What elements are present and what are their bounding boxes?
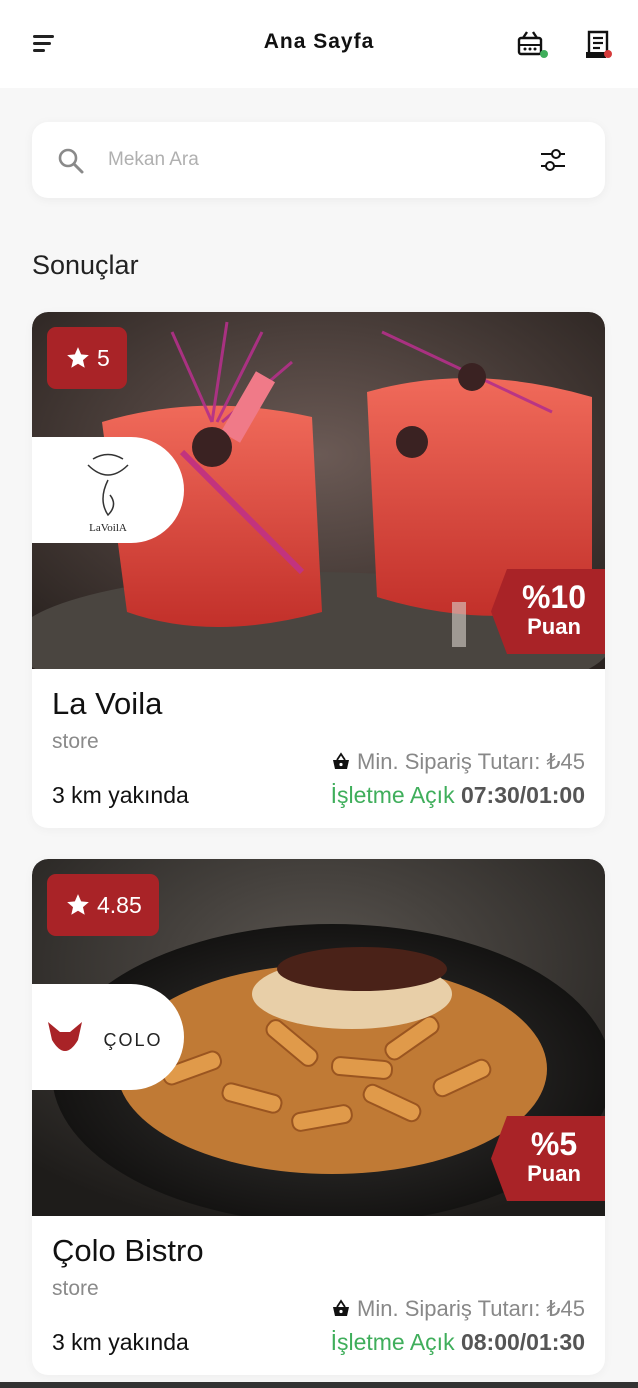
star-icon xyxy=(67,894,89,915)
venue-distance: 3 km yakında xyxy=(52,782,189,808)
min-order-text: Min. Sipariş Tutarı: ₺45 xyxy=(357,749,585,774)
points-badge: %5 Puan xyxy=(491,1116,605,1201)
points-badge: %10 Puan xyxy=(491,569,605,654)
open-status: İşletme Açık xyxy=(330,1329,455,1355)
results-heading: Sonuçlar xyxy=(32,250,139,280)
rating-value: 4.85 xyxy=(97,891,142,918)
basket-icon xyxy=(333,752,350,769)
points-percent: %10 xyxy=(521,579,587,615)
venue-card[interactable]: 4.85 ÇOLO %5 Puan Çolo Bistro store 3 km… xyxy=(32,859,605,1375)
venue-distance: 3 km yakında xyxy=(52,1329,189,1355)
hours-time: 08:00/01:30 xyxy=(460,1329,585,1355)
rating-badge: 5 xyxy=(47,327,127,389)
points-label: Puan xyxy=(527,614,581,639)
orders-icon[interactable] xyxy=(583,28,617,62)
search-icon xyxy=(58,148,84,174)
venue-logo: ÇOLO xyxy=(32,984,184,1090)
opening-hours: İşletme Açık 07:30/01:00 xyxy=(331,782,585,809)
logo-text: ÇOLO xyxy=(103,1030,162,1050)
venue-card[interactable]: 5 LaVoilA %10 Puan La Voila store 3 km y… xyxy=(32,312,605,828)
min-order: Min. Sipariş Tutarı: ₺45 xyxy=(331,749,585,775)
cart-icon[interactable] xyxy=(514,28,548,62)
venue-logo: LaVoilA xyxy=(32,437,184,543)
rating-value: 5 xyxy=(97,344,110,371)
venue-name: Çolo Bistro xyxy=(52,1233,204,1268)
app-header: Ana Sayfa xyxy=(0,0,638,88)
points-label: Puan xyxy=(527,1161,581,1186)
basket-icon xyxy=(333,1299,350,1316)
rating-badge: 4.85 xyxy=(47,874,159,936)
min-order-text: Min. Sipariş Tutarı: ₺45 xyxy=(357,1296,585,1321)
venue-type: store xyxy=(52,1277,99,1300)
points-percent: %5 xyxy=(530,1126,578,1162)
search-bar xyxy=(32,122,605,198)
opening-hours: İşletme Açık 08:00/01:30 xyxy=(331,1329,585,1356)
open-status: İşletme Açık xyxy=(330,782,455,808)
logo-text: LaVoilA xyxy=(89,522,127,534)
venue-name: La Voila xyxy=(52,686,163,721)
hours-time: 07:30/01:00 xyxy=(460,782,585,808)
venue-type: store xyxy=(52,730,99,753)
filter-icon[interactable] xyxy=(537,144,569,176)
search-input[interactable] xyxy=(108,144,488,176)
bottom-edge xyxy=(0,1382,638,1388)
min-order: Min. Sipariş Tutarı: ₺45 xyxy=(331,1296,585,1322)
star-icon xyxy=(67,347,89,368)
